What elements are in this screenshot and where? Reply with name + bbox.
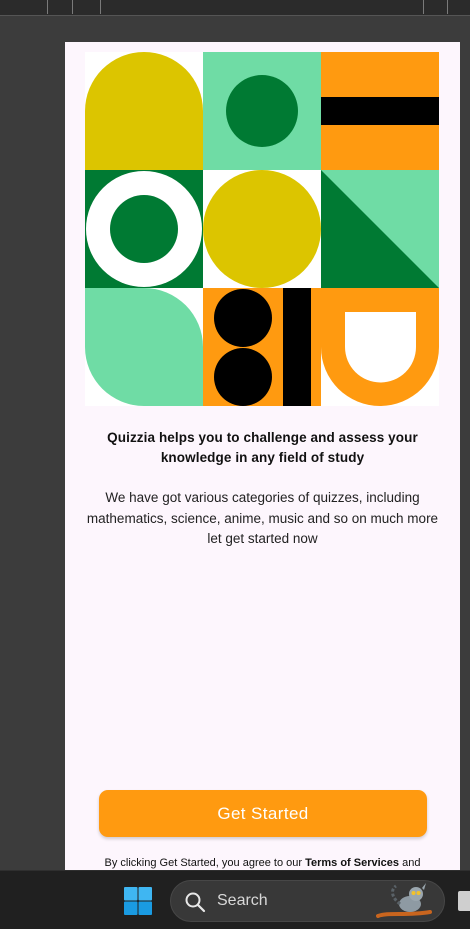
- windows-taskbar: Search: [0, 870, 470, 929]
- terms-suffix: and: [399, 857, 421, 869]
- taskbar-search-box[interactable]: Search: [170, 880, 445, 922]
- editor-top-strip: [0, 0, 470, 16]
- app-headline: Quizzia helps you to challenge and asses…: [107, 430, 418, 465]
- get-started-button[interactable]: Get Started: [99, 790, 427, 837]
- app-description: We have got various categories of quizze…: [86, 490, 439, 546]
- geometric-pattern-image: [85, 52, 439, 406]
- strip-divider: [72, 0, 73, 14]
- windows-logo-icon: [124, 887, 152, 915]
- terms-of-services-link[interactable]: Terms of Services: [305, 857, 399, 869]
- strip-divider: [423, 0, 424, 14]
- search-icon: [185, 892, 206, 913]
- lemur-illustration-icon: [376, 883, 432, 918]
- terms-prefix: By clicking Get Started, you agree to ou…: [104, 857, 306, 869]
- taskbar-app-icon[interactable]: [458, 891, 470, 911]
- strip-divider: [47, 0, 48, 14]
- app-screen: Quizzia helps you to challenge and asses…: [65, 42, 460, 870]
- search-label: Search: [217, 892, 268, 909]
- start-button[interactable]: [121, 884, 155, 918]
- terms-notice: By clicking Get Started, you agree to ou…: [65, 857, 460, 869]
- strip-divider: [100, 0, 101, 14]
- strip-divider: [447, 0, 448, 14]
- hero-mosaic-illustration: [85, 52, 439, 406]
